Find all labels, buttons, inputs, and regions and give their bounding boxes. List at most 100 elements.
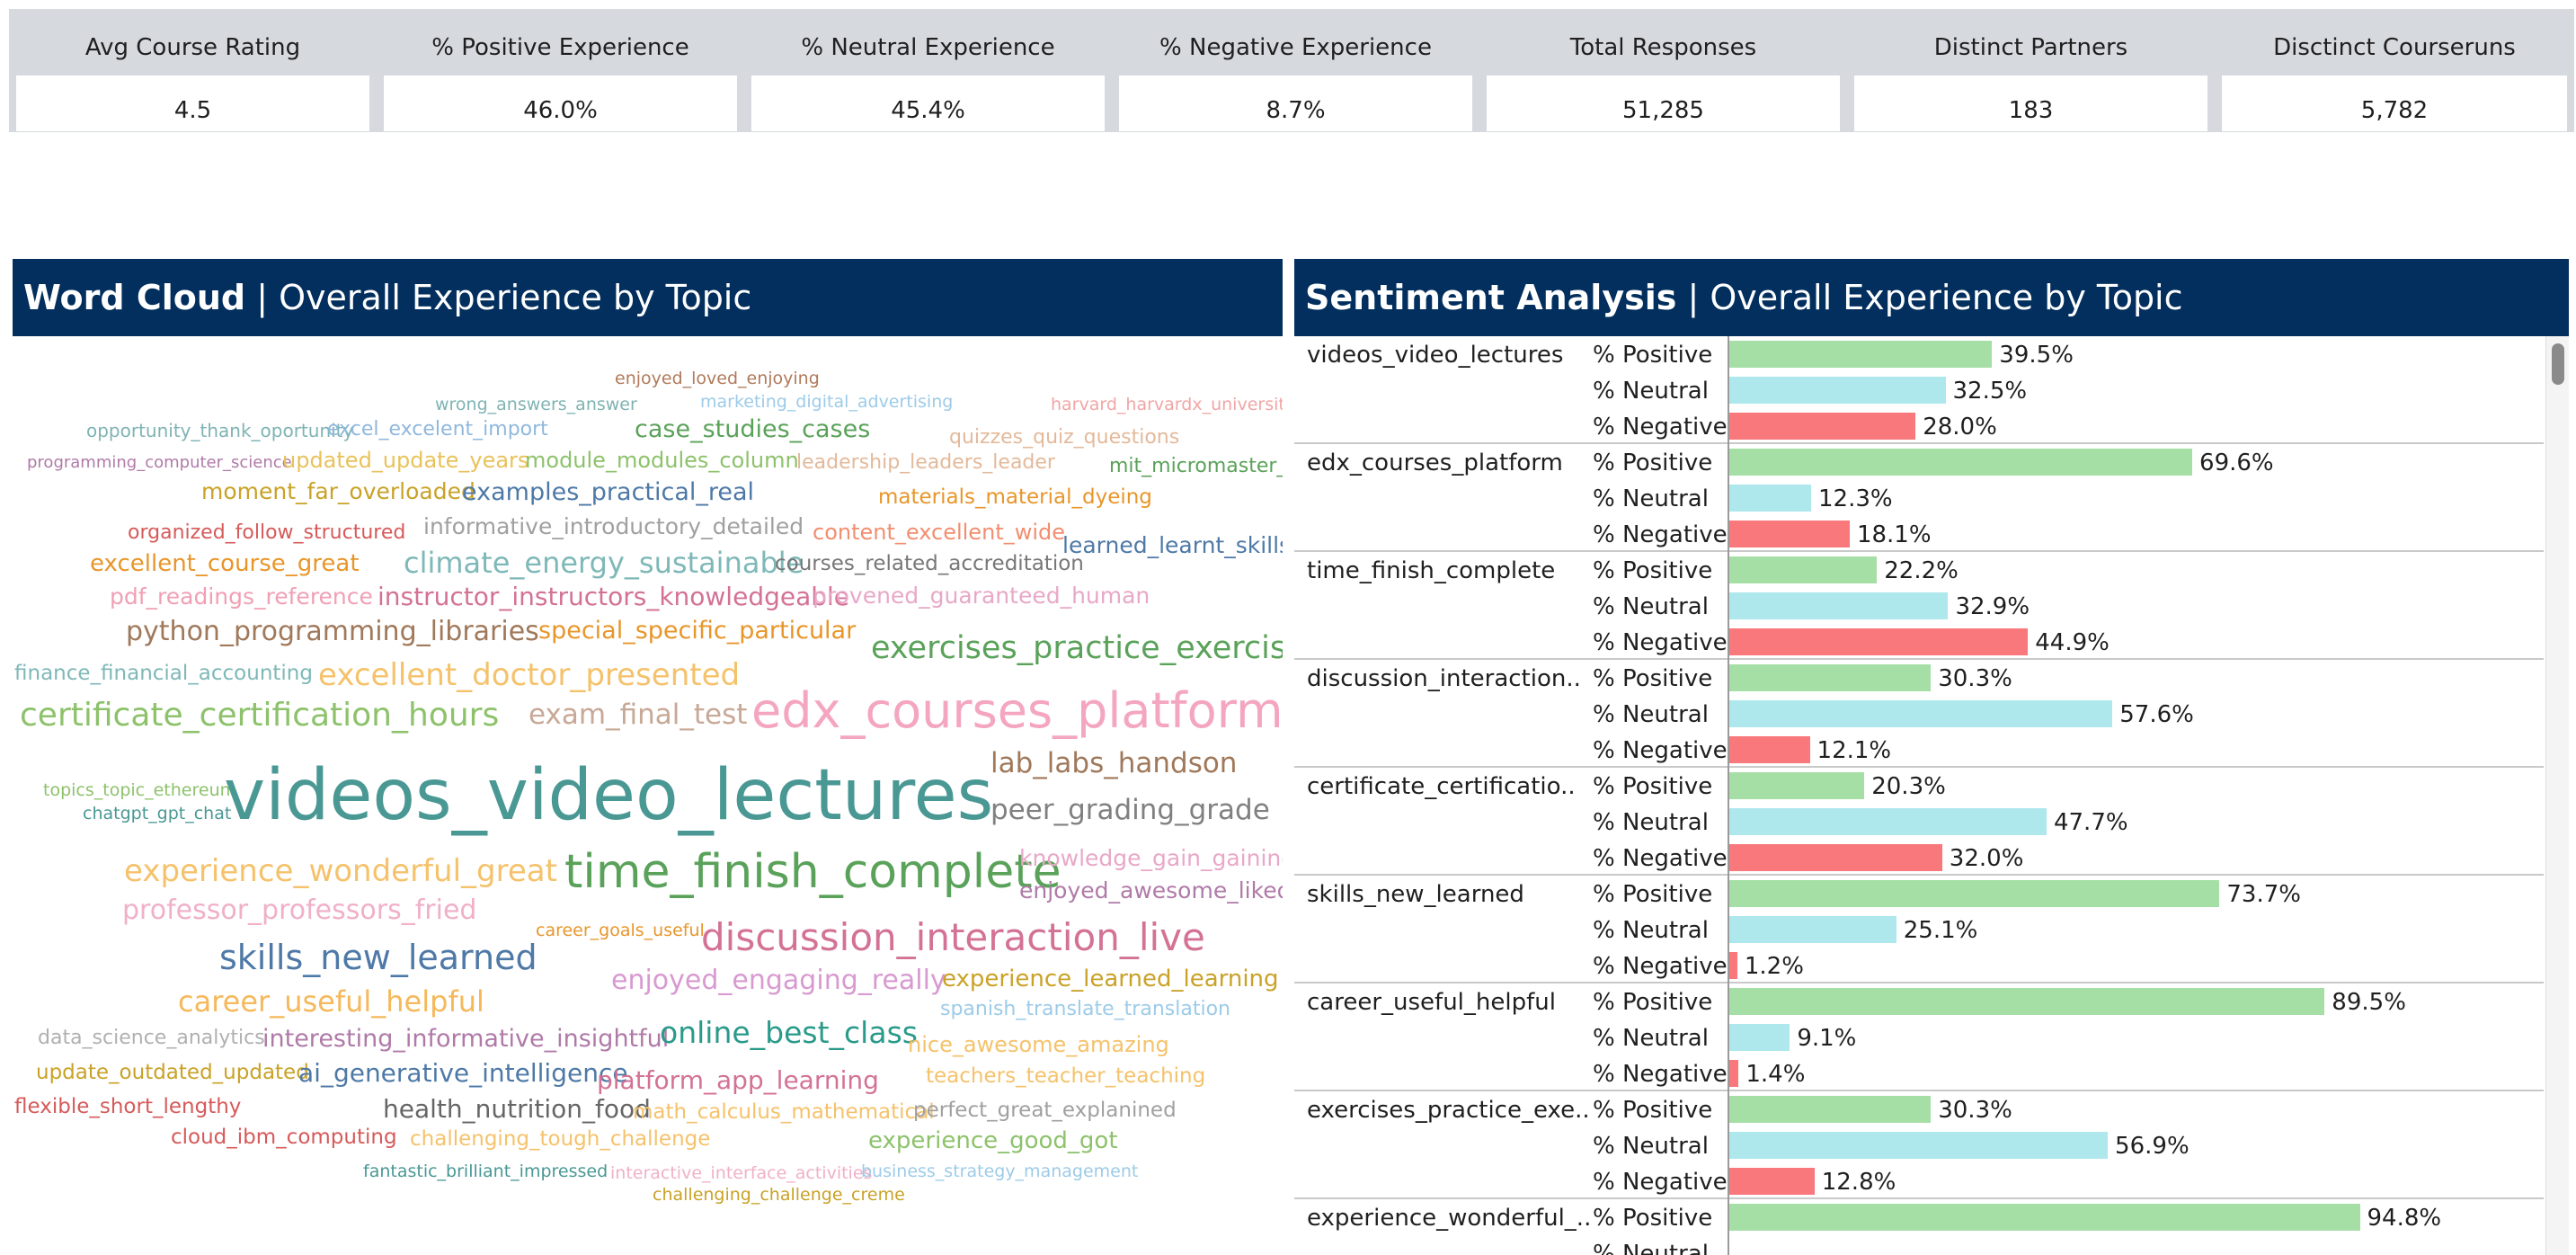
word-cloud-term[interactable]: finance_financial_accounting (14, 663, 313, 684)
metric-row: % Neutral (1294, 1235, 2544, 1255)
word-cloud-term[interactable]: pdf_readings_reference (110, 585, 373, 608)
word-cloud-term[interactable]: certificate_certification_hours (20, 699, 499, 732)
word-cloud-term[interactable]: discussion_interaction_live (701, 919, 1205, 957)
word-cloud-term[interactable]: updated_update_years (282, 449, 529, 471)
word-cloud-term[interactable]: experience_learned_learning (942, 967, 1279, 991)
sentiment-bar[interactable] (1729, 1132, 2109, 1159)
word-cloud-term[interactable]: career_useful_helpful (178, 987, 484, 1016)
word-cloud-term[interactable]: marketing_digital_advertising (700, 394, 953, 411)
word-cloud-term[interactable]: business_strategy_management (861, 1163, 1138, 1180)
word-cloud-term[interactable]: professor_professors_fried (122, 897, 476, 924)
word-cloud-term[interactable]: perfect_great_explanined (913, 1100, 1177, 1121)
word-cloud-term[interactable]: wrong_answers_answer (435, 396, 637, 414)
word-cloud-term[interactable]: content_excellent_wide (813, 521, 1065, 543)
word-cloud-term[interactable]: teachers_teacher_teaching (926, 1066, 1205, 1087)
word-cloud-term[interactable]: module_modules_column (525, 449, 799, 471)
sentiment-bar[interactable] (1729, 916, 1896, 943)
sentiment-bar[interactable] (1729, 521, 1850, 547)
sentiment-bar[interactable] (1729, 1168, 1815, 1195)
word-cloud-term[interactable]: exercises_practice_exercise (871, 633, 1283, 664)
word-cloud-term[interactable]: career_goals_useful (536, 922, 705, 939)
word-cloud-term[interactable]: instructor_instructors_knowledgeable (378, 584, 849, 610)
word-cloud-term[interactable]: challenging_tough_challenge (410, 1129, 710, 1150)
word-cloud-term[interactable]: examples_practical_real (462, 480, 754, 504)
word-cloud-term[interactable]: interactive_interface_activities (610, 1165, 872, 1182)
word-cloud-term[interactable]: spanish_translate_translation (940, 1000, 1230, 1019)
word-cloud-term[interactable]: fantastic_brilliant_impressed (363, 1163, 608, 1180)
word-cloud-term[interactable]: exam_final_test (529, 701, 747, 729)
word-cloud-term[interactable]: learned_learnt_skills (1062, 534, 1283, 556)
metric-label: % Positive (1593, 881, 1713, 908)
word-cloud-term[interactable]: python_programming_libraries (126, 619, 539, 645)
word-cloud-term[interactable]: data_science_analytics (38, 1028, 265, 1048)
word-cloud-term[interactable]: experience_good_got (868, 1129, 1118, 1153)
sentiment-bar[interactable] (1729, 772, 1865, 799)
word-cloud-term[interactable]: edx_courses_platform (751, 687, 1283, 735)
word-cloud-term[interactable]: enjoyed_awesome_liked (1019, 879, 1283, 902)
word-cloud-term[interactable]: special_specific_particular (538, 619, 856, 643)
sentiment-bar[interactable] (1729, 413, 1916, 440)
sentiment-bar[interactable] (1729, 808, 2047, 835)
word-cloud-term[interactable]: challenging_challenge_creme (653, 1187, 905, 1204)
word-cloud-term[interactable]: excel_excelent_import (327, 420, 548, 440)
word-cloud-term[interactable]: excellent_course_great (90, 552, 360, 575)
sentiment-bar[interactable] (1729, 1204, 2360, 1231)
word-cloud-term[interactable]: online_best_class (660, 1018, 918, 1047)
sentiment-bar[interactable] (1729, 449, 2193, 476)
word-cloud-term[interactable]: opportunity_thank_oportunity (86, 422, 353, 440)
word-cloud-term[interactable]: enjoyed_loved_enjoying (615, 370, 820, 387)
word-cloud-term[interactable]: nice_awesome_amazing (908, 1034, 1169, 1055)
word-cloud-term[interactable]: flexible_short_lengthy (14, 1097, 241, 1117)
sentiment-bar[interactable] (1729, 628, 2029, 655)
word-cloud-term[interactable]: enjoyed_engaging_really (611, 967, 946, 994)
sentiment-bar[interactable] (1729, 844, 1942, 871)
word-cloud-term[interactable]: harvard_harvardx_university (1051, 396, 1283, 414)
sentiment-scroll-thumb[interactable] (2552, 343, 2564, 385)
word-cloud-term[interactable]: courses_related_accreditation (775, 554, 1084, 574)
word-cloud-term[interactable]: update_outdated_updated (36, 1063, 309, 1083)
word-cloud-term[interactable]: case_studies_cases (635, 417, 870, 441)
word-cloud-term[interactable]: health_nutrition_food (383, 1097, 651, 1122)
word-cloud-term[interactable]: climate_energy_sustainable (404, 548, 804, 577)
word-cloud-term[interactable]: informative_introductory_detailed (423, 515, 804, 538)
sentiment-bar[interactable] (1729, 1096, 1932, 1123)
sentiment-bar[interactable] (1729, 1060, 1739, 1087)
word-cloud-term[interactable]: time_finish_complete (564, 849, 1061, 895)
word-cloud-term[interactable]: peer_grading_grade (990, 797, 1270, 824)
word-cloud-term[interactable]: lab_labs_handson (990, 750, 1237, 778)
sentiment-bar[interactable] (1729, 592, 1949, 619)
sentiment-bar[interactable] (1729, 556, 1878, 583)
word-cloud-term[interactable]: organized_follow_structured (128, 523, 405, 543)
word-cloud-term[interactable]: platform_app_learning (597, 1068, 879, 1093)
sentiment-bar[interactable] (1729, 700, 2113, 727)
word-cloud-term[interactable]: moment_far_overloaded (201, 480, 475, 503)
word-cloud-term[interactable]: provened_guaranteed_human (813, 584, 1150, 607)
sentiment-bar[interactable] (1729, 952, 1737, 979)
sentiment-bar[interactable] (1729, 485, 1812, 512)
word-cloud-term[interactable]: videos_video_lectures (224, 761, 993, 831)
word-cloud-term[interactable]: chatgpt_gpt_chat (83, 806, 231, 823)
sentiment-bar[interactable] (1729, 664, 1932, 691)
sentiment-bar[interactable] (1729, 988, 2325, 1015)
word-cloud-term[interactable]: interesting_informative_insightful (262, 1027, 669, 1051)
word-cloud-term[interactable]: knowledge_gain_gaining (1019, 847, 1283, 869)
word-cloud-term[interactable]: cloud_ibm_computing (171, 1127, 397, 1148)
sentiment-bar[interactable] (1729, 736, 1810, 763)
word-cloud-term[interactable]: excellent_doctor_presented (318, 660, 740, 690)
sentiment-bar[interactable] (1729, 377, 1946, 404)
word-cloud-term[interactable]: programming_computer_science (27, 455, 292, 471)
sentiment-bar[interactable] (1729, 341, 1993, 368)
word-cloud-term[interactable]: materials_material_dyeing (878, 487, 1152, 508)
word-cloud-term[interactable]: experience_wonderful_great (124, 856, 557, 886)
sentiment-scrollbar[interactable] (2545, 336, 2569, 1255)
word-cloud-term[interactable]: skills_new_learned (219, 940, 537, 975)
sentiment-bar[interactable] (1729, 1024, 1790, 1051)
sentiment-chart-body[interactable]: videos_video_lectures% Positive 39.5%% Ne… (1294, 336, 2544, 1255)
word-cloud-term[interactable]: math_calculus_mathematical (633, 1102, 935, 1123)
word-cloud-term[interactable]: ai_generative_intelligence (298, 1061, 628, 1086)
word-cloud-term[interactable]: topics_topic_ethereum (43, 782, 236, 799)
sentiment-bar[interactable] (1729, 880, 2220, 907)
word-cloud-term[interactable]: mit_micromaster_mitx (1109, 457, 1283, 476)
word-cloud-term[interactable]: quizzes_quiz_questions (949, 428, 1179, 448)
word-cloud-term[interactable]: leadership_leaders_leader (796, 453, 1055, 473)
